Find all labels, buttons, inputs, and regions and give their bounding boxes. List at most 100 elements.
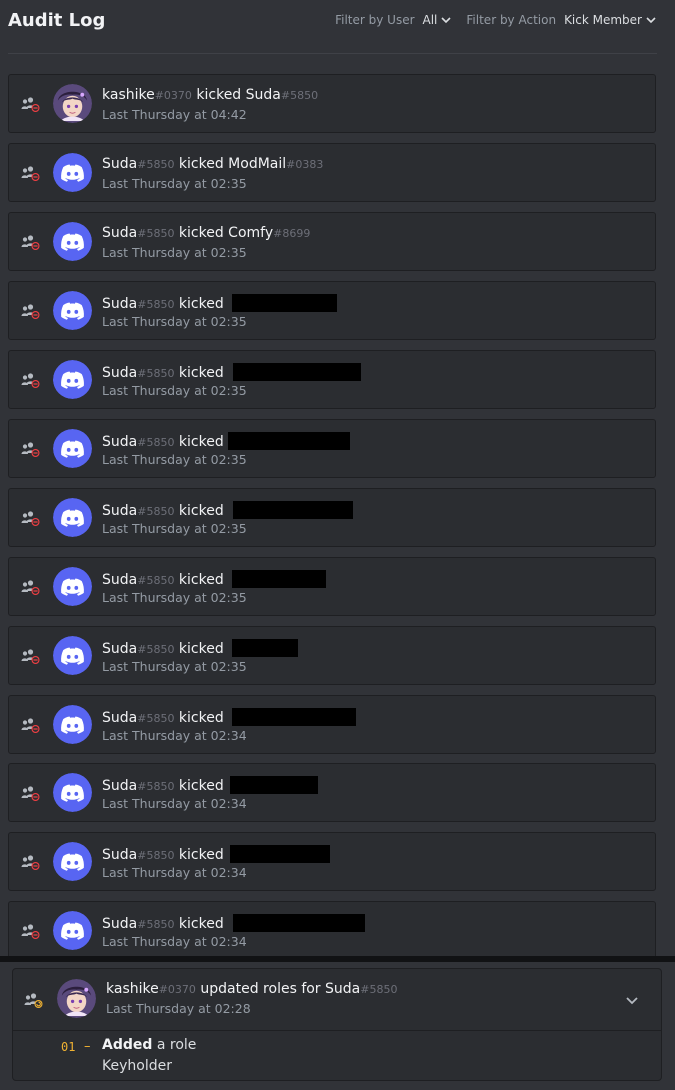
target-name[interactable]: ModMail [228,156,286,172]
target-name[interactable]: Suda [246,87,281,103]
entry-summary: Suda#5850 kicked [102,708,357,726]
discord-logo-avatar[interactable] [53,842,92,881]
actor-name[interactable]: Suda [102,365,137,381]
action-text: kicked [196,87,242,103]
entry-timestamp: Last Thursday at 02:35 [102,452,247,467]
discord-logo-avatar[interactable] [53,567,92,606]
entry-summary: Suda#5850 kicked [102,432,351,450]
audit-log-entry[interactable]: Suda#5850 kicked Last Thursday at 02:35 [8,281,656,340]
entry-timestamp: Last Thursday at 02:28 [106,1001,251,1016]
actor-name[interactable]: Suda [102,572,137,588]
audit-log-entry[interactable]: Suda#5850 kicked Comfy#8699 Last Thursday… [8,212,656,271]
actor-discriminator: #5850 [137,505,175,518]
action-text: kicked [178,156,224,172]
separator-bar [0,956,675,962]
target-name[interactable]: Suda [325,981,360,997]
entry-summary: Suda#5850 kicked [102,501,354,519]
actor-name[interactable]: kashike [102,87,155,103]
member-kick-icon [21,649,40,664]
page-title: Audit Log [8,10,106,31]
actor-name[interactable]: Suda [102,503,137,519]
audit-log-entry[interactable]: Suda#5850 kicked Last Thursday at 02:35 [8,419,656,478]
audit-log-entry[interactable]: Suda#5850 kicked Last Thursday at 02:34 [8,695,656,754]
audit-log-entry[interactable]: Suda#5850 kicked Last Thursday at 02:35 [8,350,656,409]
discord-logo-avatar[interactable] [53,153,92,192]
redacted-target [230,845,331,863]
actor-name[interactable]: Suda [102,296,137,312]
action-text: kicked [178,916,224,932]
discord-logo-avatar[interactable] [53,222,92,261]
discord-logo-avatar[interactable] [53,636,92,675]
change-verb: Added [102,1037,153,1053]
entry-summary: Suda#5850 kicked [102,776,319,794]
member-kick-icon [21,235,40,250]
actor-discriminator: #5850 [137,918,175,931]
redacted-target [233,363,362,381]
user-avatar[interactable] [57,979,96,1018]
entry-timestamp: Last Thursday at 02:35 [102,383,247,398]
entry-summary: Suda#5850 kicked [102,639,299,657]
target-name[interactable]: Comfy [228,225,273,241]
chevron-down-icon[interactable] [645,14,657,26]
member-kick-icon [21,166,40,181]
audit-log-entry[interactable]: Suda#5850 kicked Last Thursday at 02:35 [8,557,656,616]
actor-name[interactable]: kashike [106,981,159,997]
actor-name[interactable]: Suda [102,847,137,863]
target-discriminator: #5850 [360,983,398,996]
redacted-target [232,639,299,657]
entry-timestamp: Last Thursday at 02:35 [102,314,247,329]
discord-logo-avatar[interactable] [53,498,92,537]
action-text: kicked [178,641,224,657]
entry-summary: Suda#5850 kicked [102,914,366,932]
entry-summary: Suda#5850 kicked [102,845,331,863]
user-avatar[interactable] [53,84,92,123]
member-kick-icon [21,442,40,457]
audit-log-entry[interactable]: Suda#5850 kicked Last Thursday at 02:34 [8,832,656,891]
filter-action-dropdown[interactable]: Kick Member [564,13,642,27]
actor-name[interactable]: Suda [102,225,137,241]
discord-logo-avatar[interactable] [53,705,92,744]
action-text: kicked [178,296,224,312]
filter-bar: Filter by User All Filter by Action Kick… [335,13,657,27]
audit-log-entry[interactable]: Suda#5850 kicked Last Thursday at 02:34 [8,901,656,960]
entry-timestamp: Last Thursday at 04:42 [102,107,247,122]
actor-name[interactable]: Suda [102,710,137,726]
actor-name[interactable]: Suda [102,434,137,450]
audit-log-entry[interactable]: Suda#5850 kicked Last Thursday at 02:35 [8,488,656,547]
member-kick-icon [21,580,40,595]
discord-logo-avatar[interactable] [53,429,92,468]
entry-summary: Suda#5850 kicked [102,294,338,312]
expanded-entry-header[interactable]: kashike#0370 updated roles for Suda#5850… [13,969,661,1031]
audit-log-entry[interactable]: Suda#5850 kicked Last Thursday at 02:34 [8,763,656,822]
collapse-chevron-icon[interactable] [625,993,639,1007]
discord-logo-avatar[interactable] [53,773,92,812]
audit-log-entry[interactable]: Suda#5850 kicked Last Thursday at 02:35 [8,626,656,685]
actor-name[interactable]: Suda [102,156,137,172]
discord-logo-avatar[interactable] [53,360,92,399]
entry-timestamp: Last Thursday at 02:34 [102,934,247,949]
redacted-target [233,501,354,519]
target-discriminator: #8699 [273,227,311,240]
discord-logo-avatar[interactable] [53,291,92,330]
actor-discriminator: #0370 [154,89,192,102]
actor-name[interactable]: Suda [102,916,137,932]
actor-discriminator: #5850 [137,367,175,380]
action-text: kicked [178,572,224,588]
audit-log-entry[interactable]: Suda#5850 kicked ModMail#0383 Last Thursd… [8,143,656,202]
actor-discriminator: #5850 [137,298,175,311]
member-kick-icon [21,786,40,801]
chevron-down-icon[interactable] [440,14,452,26]
entry-summary: kashike#0370 updated roles for Suda#5850 [106,981,397,997]
action-text: kicked [178,710,224,726]
entry-summary: Suda#5850 kicked [102,363,362,381]
entry-summary: Suda#5850 kicked ModMail#0383 [102,156,323,172]
actor-name[interactable]: Suda [102,778,137,794]
expanded-audit-entry[interactable]: kashike#0370 updated roles for Suda#5850… [12,968,662,1081]
filter-user-dropdown[interactable]: All [423,13,438,27]
entry-timestamp: Last Thursday at 02:34 [102,865,247,880]
actor-discriminator: #5850 [137,643,175,656]
entry-summary: kashike#0370 kicked Suda#5850 [102,87,318,103]
discord-logo-avatar[interactable] [53,911,92,950]
actor-name[interactable]: Suda [102,641,137,657]
audit-log-entry[interactable]: kashike#0370 kicked Suda#5850 Last Thursd… [8,74,656,133]
